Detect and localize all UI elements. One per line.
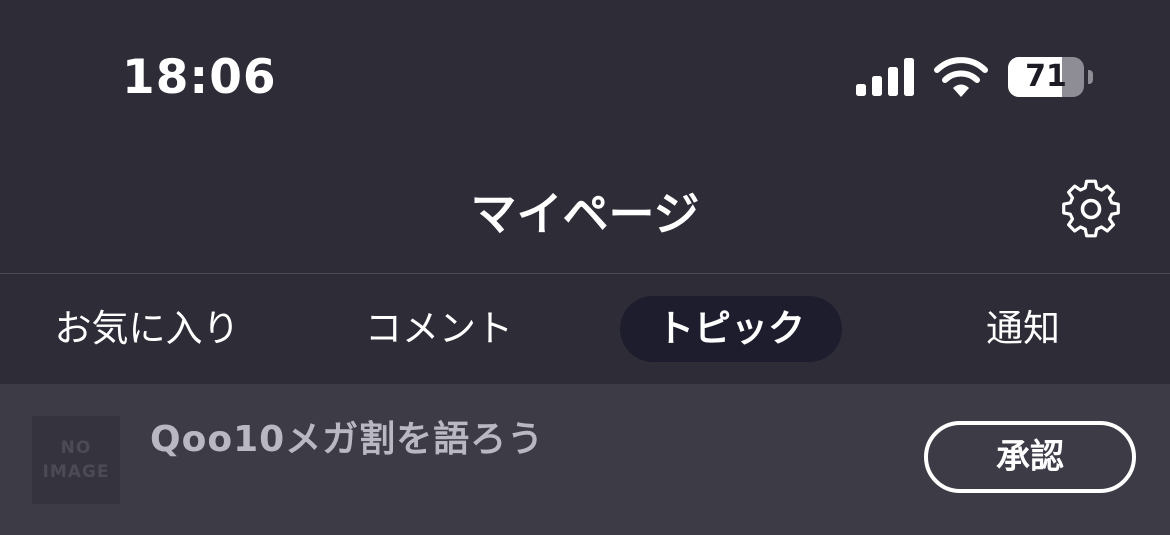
screen: 18:06 71 マイページ お気に入り コメント トピック 通知 NO IMA… (0, 0, 1170, 535)
battery-body: 71 (1008, 57, 1084, 97)
tab-comments[interactable]: コメント (328, 296, 550, 362)
approve-button[interactable]: 承認 (924, 421, 1136, 493)
battery-nub (1088, 70, 1093, 84)
settings-button[interactable] (1058, 176, 1124, 242)
battery-level: 71 (1025, 59, 1067, 94)
battery-icon: 71 (1008, 57, 1094, 99)
tab-topics[interactable]: トピック (620, 296, 842, 362)
topic-title[interactable]: Qoo10メガ割を語ろう (150, 410, 544, 462)
status-bar: 18:06 71 (0, 0, 1170, 150)
nav-header: マイページ (0, 150, 1170, 273)
cellular-signal-icon (856, 58, 914, 96)
no-image-line1: NO (60, 438, 92, 458)
page-title: マイページ (470, 187, 700, 241)
no-image-line2: IMAGE (42, 462, 110, 482)
wifi-icon (934, 57, 988, 97)
topic-list: NO IMAGE Qoo10メガ割を語ろう 承認 (0, 384, 1170, 535)
tab-bar: お気に入り コメント トピック 通知 (0, 274, 1170, 384)
thumbnail-placeholder: NO IMAGE (32, 416, 120, 504)
tab-favorites[interactable]: お気に入り (36, 296, 258, 362)
no-image-label: NO IMAGE (32, 436, 120, 484)
gear-icon (1062, 179, 1120, 238)
tab-notifications[interactable]: 通知 (912, 296, 1134, 362)
status-time: 18:06 (122, 50, 277, 105)
